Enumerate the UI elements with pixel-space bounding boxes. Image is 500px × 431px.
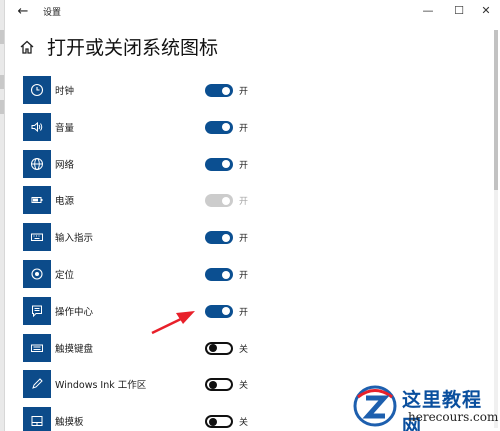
row-label: 定位 xyxy=(55,270,75,281)
settings-row: 电源 开 xyxy=(23,186,443,216)
row-icon-tile xyxy=(23,260,51,288)
settings-row: 输入指示 开 xyxy=(23,223,443,253)
close-button[interactable]: ✕ xyxy=(471,0,500,22)
settings-row: 时钟 开 xyxy=(23,76,443,106)
row-label: 时钟 xyxy=(55,86,75,97)
toggle-state-label: 开 xyxy=(239,87,249,97)
battery-icon xyxy=(31,197,43,204)
minimize-button[interactable]: — xyxy=(413,0,443,22)
network-icon xyxy=(31,157,43,170)
toggle-knob xyxy=(222,86,230,95)
keyboard-icon xyxy=(31,233,43,242)
toggle-state-label: 开 xyxy=(239,307,249,318)
row-toggle[interactable] xyxy=(205,378,233,392)
action-center-icon xyxy=(32,305,42,318)
toggle-knob xyxy=(222,270,230,279)
toggle-knob xyxy=(222,196,230,205)
toggle-state-label: 关 xyxy=(239,344,249,355)
row-icon-tile xyxy=(23,223,51,252)
row-toggle[interactable] xyxy=(205,157,233,171)
settings-row: 触摸键盘 关 xyxy=(23,333,443,364)
row-icon-tile xyxy=(23,149,51,178)
volume-icon xyxy=(31,121,43,132)
settings-row: 网络 开 xyxy=(23,149,443,180)
row-icon-tile xyxy=(23,333,51,362)
settings-row: 操作中心 开 xyxy=(23,296,443,327)
page-header: 打开或关闭系统图标 xyxy=(5,30,500,66)
maximize-button[interactable]: ☐ xyxy=(444,0,474,22)
toggle-knob xyxy=(208,344,217,353)
page-title: 打开或关闭系统图标 xyxy=(47,37,219,59)
location-icon xyxy=(31,268,43,280)
pen-icon xyxy=(32,378,43,390)
toggle-knob xyxy=(208,417,217,426)
toggle-knob xyxy=(222,160,230,169)
window-title: 设置 xyxy=(43,8,62,18)
toggle-state-label: 开 xyxy=(239,271,249,281)
toggle-state-label: 开 xyxy=(239,123,249,134)
row-label: 音量 xyxy=(55,122,75,134)
home-icon[interactable] xyxy=(19,39,35,55)
row-icon-tile xyxy=(23,296,51,325)
toggle-state-label: 开 xyxy=(239,160,249,171)
row-toggle[interactable] xyxy=(205,84,233,97)
row-label: 电源 xyxy=(55,196,75,208)
toggle-state-label: 开 xyxy=(239,234,249,245)
settings-window: ← 设置 — ☐ ✕ 打开或关闭系统图标 时钟开音量开网络开电源开输入指示开定位… xyxy=(4,0,500,431)
toggle-state-label: 关 xyxy=(239,418,249,429)
watermark-site: herecours.com xyxy=(408,410,499,424)
row-label: 输入指示 xyxy=(55,233,94,245)
row-icon-tile xyxy=(23,186,51,215)
row-icon-tile xyxy=(23,370,51,399)
settings-row: 音量 开 xyxy=(23,112,443,143)
row-label: 网络 xyxy=(55,159,75,171)
settings-row: 定位 开 xyxy=(23,260,443,290)
watermark-logo-icon xyxy=(353,385,397,427)
touch-keyboard-icon xyxy=(31,344,43,352)
row-label: 操作中心 xyxy=(55,306,94,318)
row-icon-tile xyxy=(23,407,51,431)
toggle-state-label: 开 xyxy=(239,197,249,208)
watermark-title: 这里教程网 xyxy=(402,389,483,431)
scrollbar-thumb[interactable] xyxy=(494,30,498,190)
row-icon-tile xyxy=(23,76,51,104)
row-icon-tile xyxy=(23,112,51,141)
row-label: Windows Ink 工作区 xyxy=(55,380,147,392)
toggle-knob xyxy=(208,380,217,389)
toggle-knob xyxy=(222,307,230,316)
touchpad-icon xyxy=(31,416,43,427)
clock-icon xyxy=(30,83,44,97)
row-label: 触摸板 xyxy=(55,417,84,429)
back-button[interactable]: ← xyxy=(13,3,33,21)
row-toggle xyxy=(205,194,233,208)
row-toggle[interactable] xyxy=(205,415,233,429)
row-toggle[interactable] xyxy=(205,231,233,245)
row-label: 触摸键盘 xyxy=(55,343,94,355)
toggle-state-label: 关 xyxy=(239,381,249,392)
row-toggle[interactable] xyxy=(205,120,233,134)
row-toggle[interactable] xyxy=(205,341,233,355)
title-bar: ← 设置 — ☐ ✕ xyxy=(5,0,500,24)
toggle-knob xyxy=(222,233,230,242)
row-toggle[interactable] xyxy=(205,268,233,281)
row-toggle[interactable] xyxy=(205,304,233,318)
watermark: 这里教程网 herecours.com xyxy=(350,382,500,431)
toggle-knob xyxy=(222,123,230,132)
